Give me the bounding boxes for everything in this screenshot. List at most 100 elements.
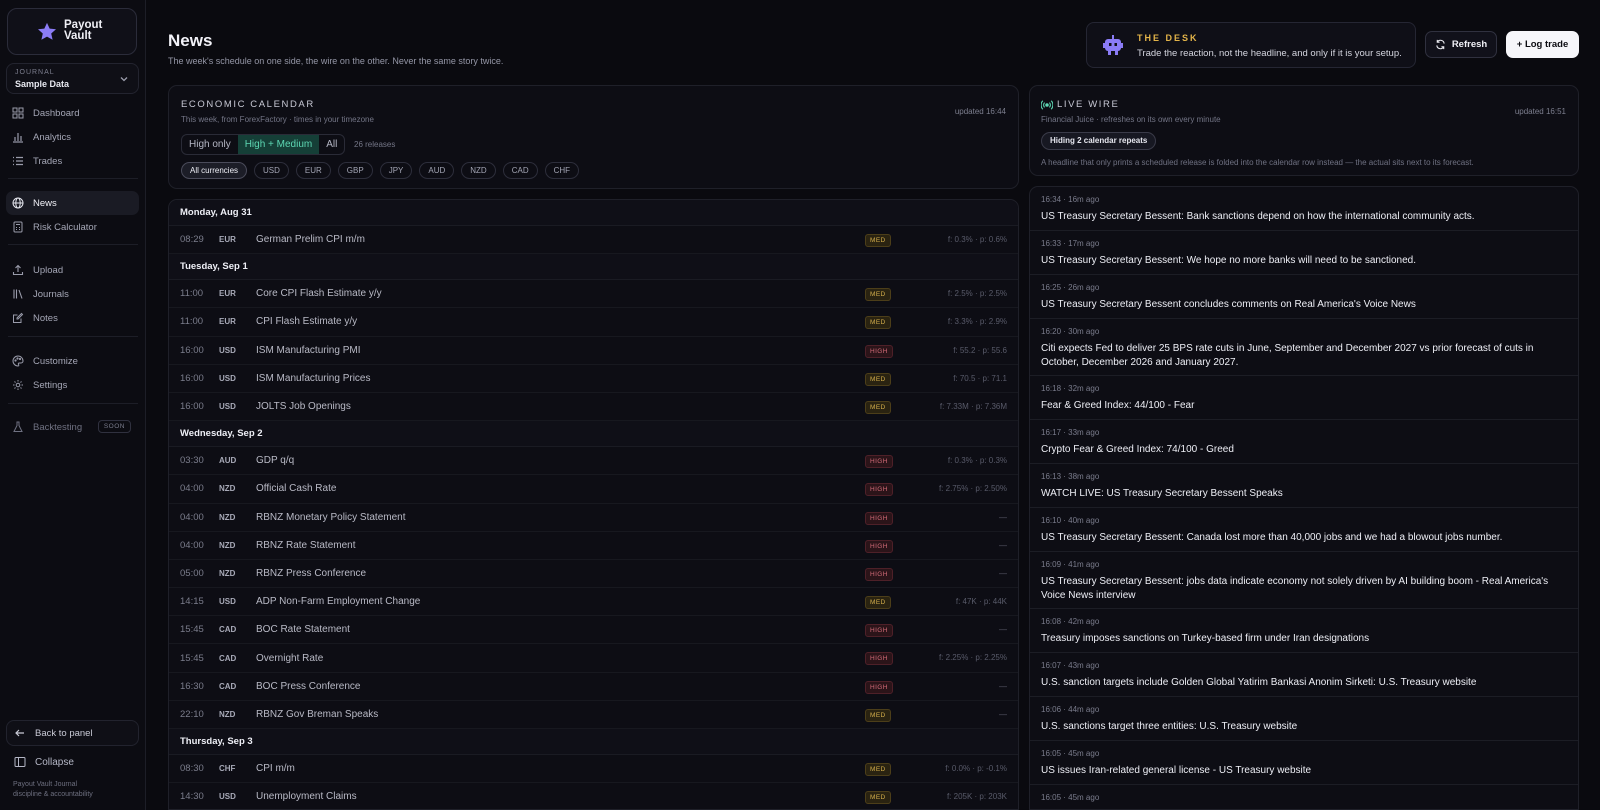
currency-chip-nzd[interactable]: NZD bbox=[461, 162, 496, 179]
calendar-event[interactable]: 08:30 CHF CPI m/m MED f: 0.0% · p: -0.1% bbox=[169, 755, 1018, 784]
wire-item[interactable]: 16:25 · 26m ago US Treasury Secretary Bes… bbox=[1030, 275, 1578, 319]
wire-item[interactable]: 16:20 · 30m ago Citi expects Fed to deliv… bbox=[1030, 319, 1578, 376]
edit-note-icon bbox=[13, 312, 24, 323]
wire-item[interactable]: 16:08 · 42m ago Treasury imposes sanction… bbox=[1030, 609, 1578, 653]
nav-dashboard[interactable]: Dashboard bbox=[6, 101, 139, 125]
event-forecast: f: 47K · p: 44K bbox=[955, 597, 1007, 607]
calendar-event[interactable]: 14:15 USD ADP Non-Farm Employment Change ME… bbox=[169, 588, 1018, 617]
impact-badge: MED bbox=[865, 596, 891, 610]
calendar-event[interactable]: 05:00 NZD RBNZ Press Conference HIGH — bbox=[169, 560, 1018, 589]
impact-badge: HIGH bbox=[865, 680, 893, 694]
wire-item[interactable]: 16:10 · 40m ago US Treasury Secretary Bes… bbox=[1030, 508, 1578, 552]
wire-headline: U.S. sanction targets include Golden Glo… bbox=[1041, 677, 1477, 688]
calendar-event[interactable]: 22:10 NZD RBNZ Gov Breman Speaks MED — bbox=[169, 701, 1018, 729]
event-name: ADP Non-Farm Employment Change bbox=[256, 596, 421, 608]
calendar-event[interactable]: 11:00 EUR Core CPI Flash Estimate y/y MED f:… bbox=[169, 280, 1018, 309]
currency-chip-all[interactable]: All currencies bbox=[181, 162, 248, 179]
log-trade-button[interactable]: + Log trade bbox=[1506, 31, 1579, 58]
wire-timestamp: 16:05 · 45m ago bbox=[1041, 749, 1100, 758]
wire-item[interactable]: 16:13 · 38m ago WATCH LIVE: US Treasury S… bbox=[1030, 464, 1578, 508]
filter-all[interactable]: All bbox=[319, 135, 344, 154]
calendar-event[interactable]: 11:00 EUR CPI Flash Estimate y/y MED f: 3.3%… bbox=[169, 308, 1018, 337]
nav-notes[interactable]: Notes bbox=[6, 306, 139, 330]
event-forecast: f: 3.3% · p: 2.9% bbox=[947, 317, 1007, 327]
wire-item[interactable]: 16:05 · 45m ago bbox=[1030, 785, 1578, 809]
divider bbox=[8, 403, 138, 404]
calendar-event[interactable]: 08:29 EUR German Prelim CPI m/m MED f: 0.3% … bbox=[169, 226, 1018, 255]
nav-news[interactable]: News bbox=[6, 191, 139, 215]
currency-chip-jpy[interactable]: JPY bbox=[379, 162, 413, 179]
event-name: JOLTS Job Openings bbox=[256, 401, 351, 413]
wire-headline: US issues Iran-related general license -… bbox=[1041, 765, 1312, 776]
collapse-button[interactable]: Collapse bbox=[6, 752, 139, 772]
dashboard-icon bbox=[12, 107, 24, 119]
event-currency: USD bbox=[219, 373, 236, 383]
event-name: BOC Press Conference bbox=[256, 680, 361, 692]
event-name: RBNZ Monetary Policy Statement bbox=[256, 511, 406, 523]
gear-icon bbox=[13, 380, 23, 390]
calendar-event[interactable]: 15:45 CAD BOC Rate Statement HIGH — bbox=[169, 616, 1018, 645]
event-time: 11:00 bbox=[180, 288, 204, 300]
wire-item[interactable]: 16:06 · 44m ago U.S. sanctions target thr… bbox=[1030, 697, 1578, 741]
currency-chip-eur[interactable]: EUR bbox=[295, 162, 331, 179]
filter-high-medium[interactable]: High + Medium bbox=[237, 135, 320, 154]
nav-customize[interactable]: Customize bbox=[6, 349, 139, 373]
currency-chip-usd[interactable]: USD bbox=[254, 162, 289, 179]
nav-journals[interactable]: Journals bbox=[6, 282, 139, 306]
impact-filter: High only High + Medium All bbox=[181, 134, 346, 155]
hiding-repeats-toggle[interactable]: Hiding 2 calendar repeats bbox=[1041, 132, 1157, 150]
nav-upload[interactable]: Upload bbox=[6, 258, 139, 282]
nav-label: Journals bbox=[33, 288, 69, 300]
event-forecast: — bbox=[999, 681, 1007, 691]
currency-chip-cad[interactable]: CAD bbox=[502, 162, 538, 179]
wire-item[interactable]: 16:33 · 17m ago US Treasury Secretary Bes… bbox=[1030, 231, 1578, 275]
event-forecast: f: 2.5% · p: 2.5% bbox=[947, 289, 1007, 299]
event-forecast: f: 0.3% · p: 0.6% bbox=[947, 235, 1007, 244]
calendar-event[interactable]: 14:30 USD Unemployment Claims MED f: 205K · … bbox=[169, 783, 1018, 809]
calendar-event[interactable]: 03:30 AUD GDP q/q HIGH f: 0.3% · p: 0.3% bbox=[169, 447, 1018, 476]
event-name: German Prelim CPI m/m bbox=[256, 234, 365, 246]
event-forecast: f: 0.3% · p: 0.3% bbox=[947, 456, 1007, 466]
event-currency: AUD bbox=[219, 456, 237, 466]
calendar-event[interactable]: 04:00 NZD RBNZ Monetary Policy Statement HI… bbox=[169, 504, 1018, 532]
wire-item[interactable]: 16:09 · 41m ago US Treasury Secretary Bes… bbox=[1030, 552, 1578, 609]
calendar-event[interactable]: 04:00 NZD RBNZ Rate Statement HIGH — bbox=[169, 532, 1018, 560]
divider bbox=[8, 178, 138, 179]
calendar-event[interactable]: 16:00 USD ISM Manufacturing PMI HIGH f: 55.2… bbox=[169, 337, 1018, 365]
page-subtitle: The week's schedule on one side, the wir… bbox=[168, 56, 504, 66]
collapse-label: Collapse bbox=[35, 756, 74, 768]
sidebar-footer-text: Payout Vault Journal discipline & accoun… bbox=[13, 780, 93, 800]
nav-trades[interactable]: Trades bbox=[6, 149, 139, 173]
calendar-event[interactable]: 16:30 CAD BOC Press Conference HIGH — bbox=[169, 673, 1018, 701]
refresh-label: Refresh bbox=[1451, 39, 1488, 50]
currency-chip-gbp[interactable]: GBP bbox=[337, 162, 373, 179]
wire-item[interactable]: 16:07 · 43m ago U.S. sanction targets inc… bbox=[1030, 653, 1578, 697]
event-time: 04:00 bbox=[180, 511, 204, 523]
wire-item[interactable]: 16:05 · 45m ago US issues Iran-related ge… bbox=[1030, 741, 1578, 785]
refresh-button[interactable]: Refresh bbox=[1425, 31, 1497, 58]
wire-updated: updated 16:51 bbox=[1514, 107, 1566, 116]
calendar-event[interactable]: 15:45 CAD Overnight Rate HIGH f: 2.25% · p: … bbox=[169, 644, 1018, 673]
nav-analytics[interactable]: Analytics bbox=[6, 125, 139, 149]
event-time: 15:45 bbox=[180, 652, 204, 664]
impact-badge: HIGH bbox=[865, 652, 893, 666]
filter-high-only[interactable]: High only bbox=[182, 135, 238, 154]
currency-chip-chf[interactable]: CHF bbox=[544, 162, 580, 179]
currency-chip-aud[interactable]: AUD bbox=[419, 162, 455, 179]
event-name: RBNZ Rate Statement bbox=[256, 539, 356, 551]
back-to-panel-button[interactable]: Back to panel bbox=[6, 720, 139, 746]
event-forecast: f: 7.33M · p: 7.36M bbox=[939, 401, 1007, 411]
desk-text: Trade the reaction, not the headline, an… bbox=[1137, 48, 1402, 59]
event-currency: NZD bbox=[219, 484, 236, 494]
wire-item[interactable]: 16:34 · 16m ago US Treasury Secretary Bes… bbox=[1030, 187, 1578, 231]
nav-settings[interactable]: Settings bbox=[6, 373, 139, 397]
brand-logo[interactable]: Payout Vault bbox=[7, 8, 137, 55]
calendar-event[interactable]: 16:00 USD ISM Manufacturing Prices MED f: 70… bbox=[169, 365, 1018, 393]
wire-item[interactable]: 16:17 · 33m ago Crypto Fear & Greed Index… bbox=[1030, 420, 1578, 464]
wire-item[interactable]: 16:18 · 32m ago Fear & Greed Index: 44/10… bbox=[1030, 376, 1578, 420]
wire-headline: US Treasury Secretary Bessent: We hope n… bbox=[1041, 255, 1417, 266]
journal-selector[interactable]: JOURNAL Sample Data bbox=[6, 63, 139, 94]
calendar-event[interactable]: 04:00 NZD Official Cash Rate HIGH f: 2.75% ·… bbox=[169, 475, 1018, 504]
nav-risk-calculator[interactable]: Risk Calculator bbox=[6, 215, 139, 239]
calendar-event[interactable]: 16:00 USD JOLTS Job Openings MED f: 7.33M · … bbox=[169, 393, 1018, 422]
